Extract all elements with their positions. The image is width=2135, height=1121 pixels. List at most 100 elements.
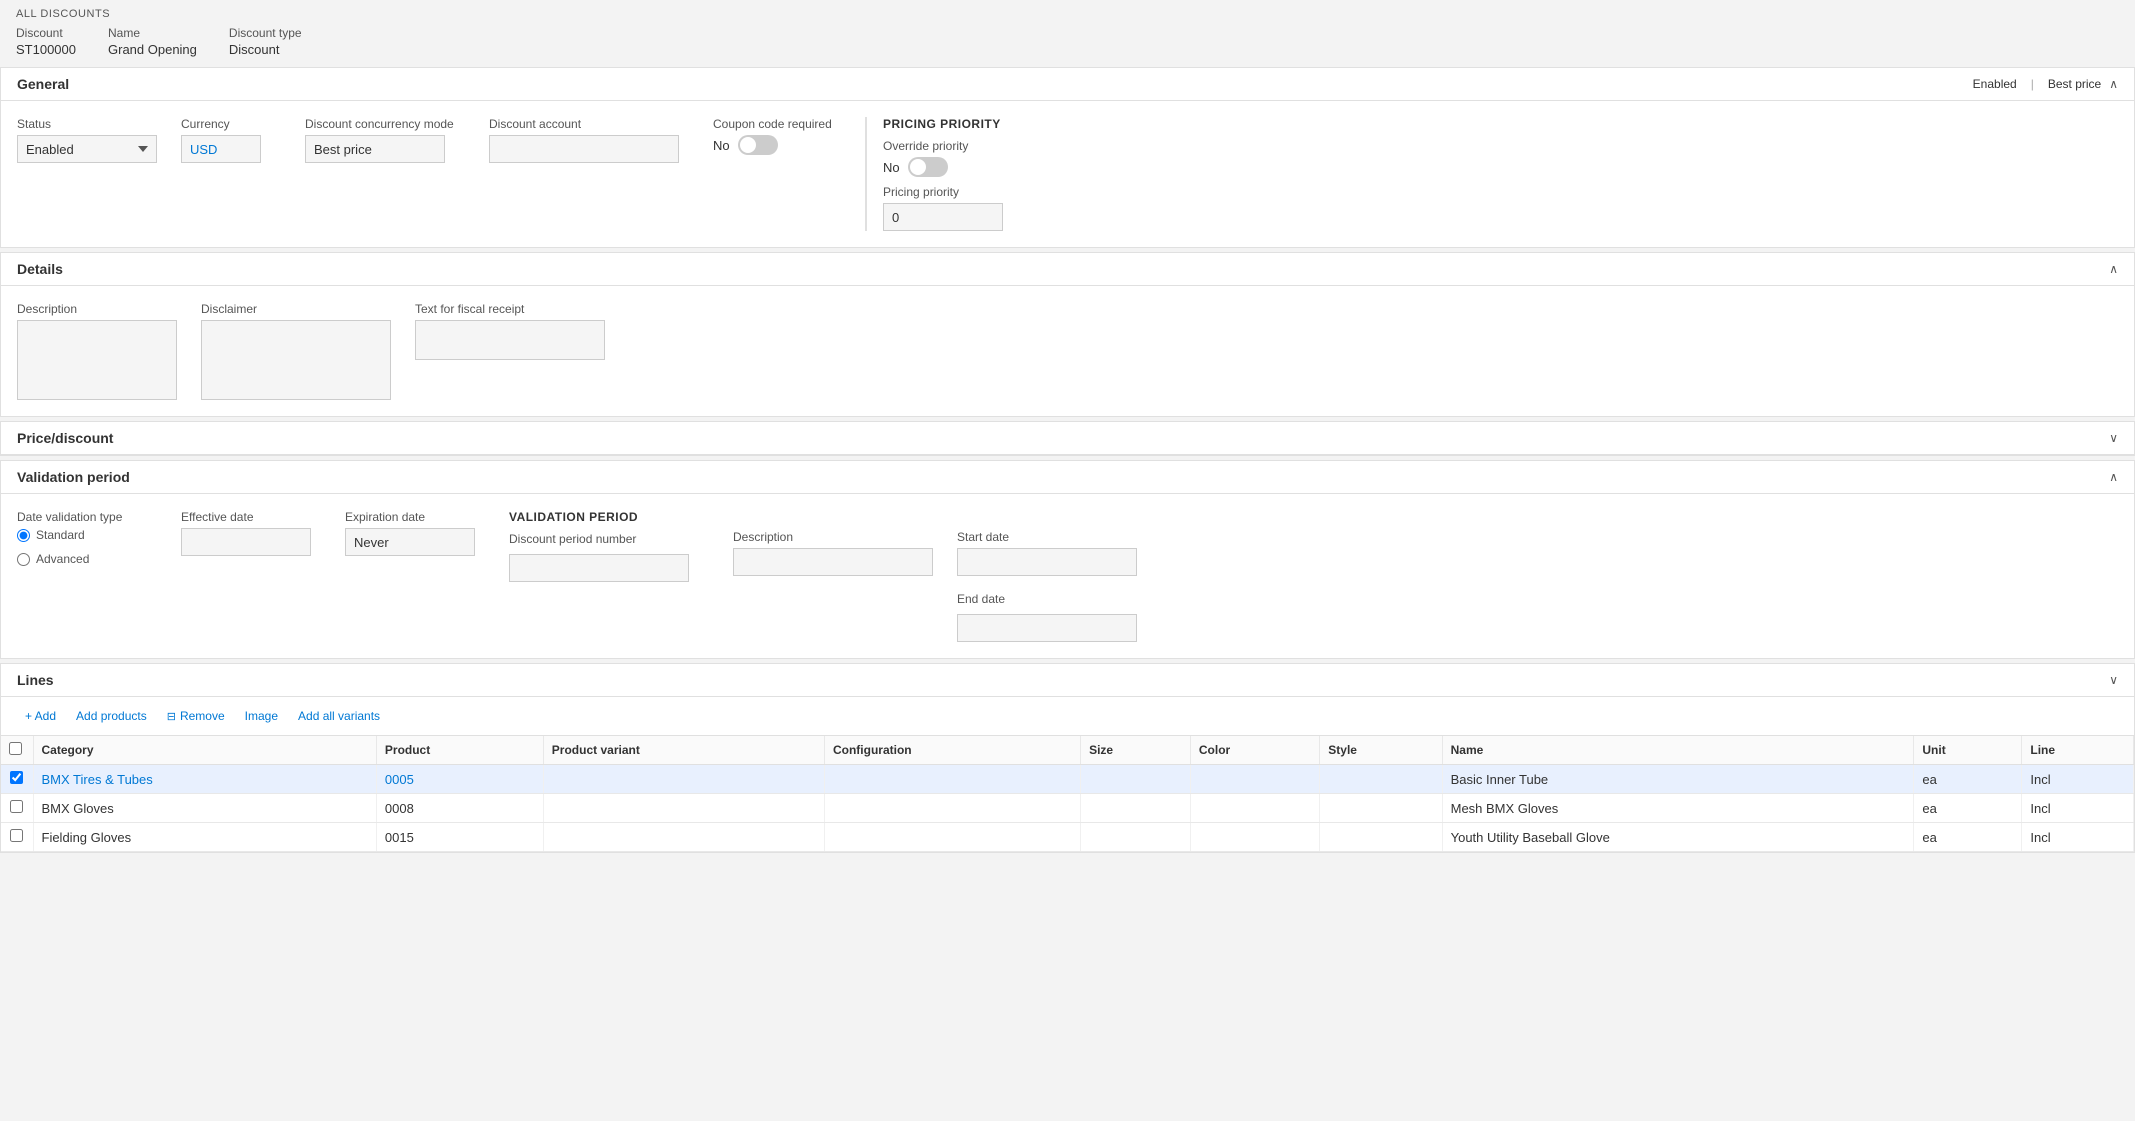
- disclaimer-textarea[interactable]: [201, 320, 391, 400]
- account-label: Discount account: [489, 117, 689, 131]
- details-section-title: Details: [17, 261, 63, 277]
- link-category[interactable]: BMX Tires & Tubes: [42, 772, 153, 787]
- account-input[interactable]: [489, 135, 679, 163]
- add-products-button[interactable]: Add products: [68, 705, 155, 727]
- radio-standard-input[interactable]: [17, 529, 30, 542]
- table-row[interactable]: BMX Gloves0008Mesh BMX GloveseaIncl: [1, 794, 2134, 823]
- general-section: General Enabled | Best price ∧ Status En…: [0, 67, 2135, 248]
- row-checkbox[interactable]: [10, 771, 23, 784]
- header-discount-type-field: Discount type Discount: [229, 26, 302, 57]
- add-button[interactable]: + Add: [17, 705, 64, 727]
- table-row[interactable]: Fielding Gloves0015Youth Utility Basebal…: [1, 823, 2134, 852]
- override-toggle-label: No: [883, 160, 900, 175]
- radio-advanced-input[interactable]: [17, 553, 30, 566]
- col-product-variant: Product variant: [543, 736, 824, 765]
- table-row[interactable]: BMX Tires & Tubes0005Basic Inner TubeeaI…: [1, 765, 2134, 794]
- concurrency-group: Discount concurrency mode: [305, 117, 465, 163]
- cell-line: Incl: [2022, 765, 2134, 794]
- end-date-label: End date: [957, 592, 1137, 606]
- currency-input[interactable]: [181, 135, 261, 163]
- select-all-checkbox[interactable]: [9, 742, 22, 755]
- row-checkbox[interactable]: [10, 829, 23, 842]
- cell-color: [1190, 794, 1319, 823]
- override-toggle[interactable]: [908, 157, 948, 177]
- header-discount-type-label: Discount type: [229, 26, 302, 40]
- pricing-priority-section: PRICING PRIORITY Override priority No Pr…: [865, 117, 1003, 231]
- price-discount-section: Price/discount ∨: [0, 421, 2135, 456]
- general-chevron-icon[interactable]: ∧: [2109, 77, 2118, 91]
- lines-table: Category Product Product variant Configu…: [1, 736, 2134, 852]
- pricing-priority-title: PRICING PRIORITY: [883, 117, 1003, 131]
- header-name-value: Grand Opening: [108, 42, 197, 57]
- start-end-date-group: Start date End date: [957, 510, 1137, 642]
- coupon-group: Coupon code required No: [713, 117, 833, 155]
- cell-size: [1081, 765, 1191, 794]
- general-status-badge: Enabled: [1973, 77, 2017, 91]
- description-textarea[interactable]: [17, 320, 177, 400]
- concurrency-input[interactable]: [305, 135, 445, 163]
- cell-style: [1320, 765, 1442, 794]
- details-section-header[interactable]: Details ∧: [1, 253, 2134, 286]
- account-group: Discount account: [489, 117, 689, 163]
- radio-advanced[interactable]: Advanced: [17, 552, 157, 566]
- header-discount-value: ST100000: [16, 42, 76, 57]
- lines-section-title: Lines: [17, 672, 54, 688]
- validation-period-section-header[interactable]: Validation period ∧: [1, 461, 2134, 494]
- col-configuration: Configuration: [824, 736, 1080, 765]
- radio-advanced-label: Advanced: [36, 552, 89, 566]
- validation-period-section-body: Date validation type Standard Advanced: [1, 494, 2134, 658]
- coupon-toggle[interactable]: [738, 135, 778, 155]
- general-section-header[interactable]: General Enabled | Best price ∧: [1, 68, 2134, 101]
- cell-category: BMX Gloves: [33, 794, 376, 823]
- status-group: Status Enabled: [17, 117, 157, 163]
- cell-product: 0005: [376, 765, 543, 794]
- radio-standard-label: Standard: [36, 528, 85, 542]
- row-checkbox[interactable]: [10, 800, 23, 813]
- cell-product_variant: [543, 794, 824, 823]
- general-section-right: Enabled | Best price ∧: [1973, 77, 2118, 91]
- discount-period-label: Discount period number: [509, 532, 709, 546]
- pricing-priority-input[interactable]: [883, 203, 1003, 231]
- validation-period-chevron-icon[interactable]: ∧: [2109, 470, 2118, 484]
- disclaimer-label: Disclaimer: [201, 302, 391, 316]
- price-discount-section-header[interactable]: Price/discount ∨: [1, 422, 2134, 455]
- expiration-date-input[interactable]: [345, 528, 475, 556]
- col-style: Style: [1320, 736, 1442, 765]
- cell-unit: ea: [1914, 823, 2022, 852]
- cell-product_variant: [543, 765, 824, 794]
- fiscal-textarea[interactable]: [415, 320, 605, 360]
- status-select[interactable]: Enabled: [17, 135, 157, 163]
- details-chevron-icon[interactable]: ∧: [2109, 262, 2118, 276]
- header-discount-type-value: Discount: [229, 42, 302, 57]
- general-section-title: General: [17, 76, 69, 92]
- image-button[interactable]: Image: [237, 705, 286, 727]
- coupon-toggle-label: No: [713, 138, 730, 153]
- lines-section-header[interactable]: Lines ∨: [1, 664, 2134, 697]
- add-all-variants-button[interactable]: Add all variants: [290, 705, 388, 727]
- date-validation-type-group: Date validation type Standard Advanced: [17, 510, 157, 570]
- price-discount-chevron-icon[interactable]: ∨: [2109, 431, 2118, 445]
- validation-period-section-title: Validation period: [17, 469, 130, 485]
- fiscal-group: Text for fiscal receipt: [415, 302, 605, 360]
- discount-period-input[interactable]: [509, 554, 689, 582]
- col-category: Category: [33, 736, 376, 765]
- validation-description-input[interactable]: [733, 548, 933, 576]
- cell-category: BMX Tires & Tubes: [33, 765, 376, 794]
- status-label: Status: [17, 117, 157, 131]
- lines-chevron-icon[interactable]: ∨: [2109, 673, 2118, 687]
- remove-button[interactable]: ⊟ Remove: [159, 705, 233, 727]
- effective-date-input[interactable]: [181, 528, 311, 556]
- cell-product_variant: [543, 823, 824, 852]
- cell-line: Incl: [2022, 794, 2134, 823]
- col-product: Product: [376, 736, 543, 765]
- link-product[interactable]: 0005: [385, 772, 414, 787]
- col-color: Color: [1190, 736, 1319, 765]
- cell-line: Incl: [2022, 823, 2134, 852]
- start-date-input[interactable]: [957, 548, 1137, 576]
- cell-style: [1320, 823, 1442, 852]
- radio-standard[interactable]: Standard: [17, 528, 157, 542]
- end-date-input[interactable]: [957, 614, 1137, 642]
- description-label: Description: [17, 302, 177, 316]
- remove-icon: ⊟: [167, 710, 176, 723]
- price-discount-section-title: Price/discount: [17, 430, 113, 446]
